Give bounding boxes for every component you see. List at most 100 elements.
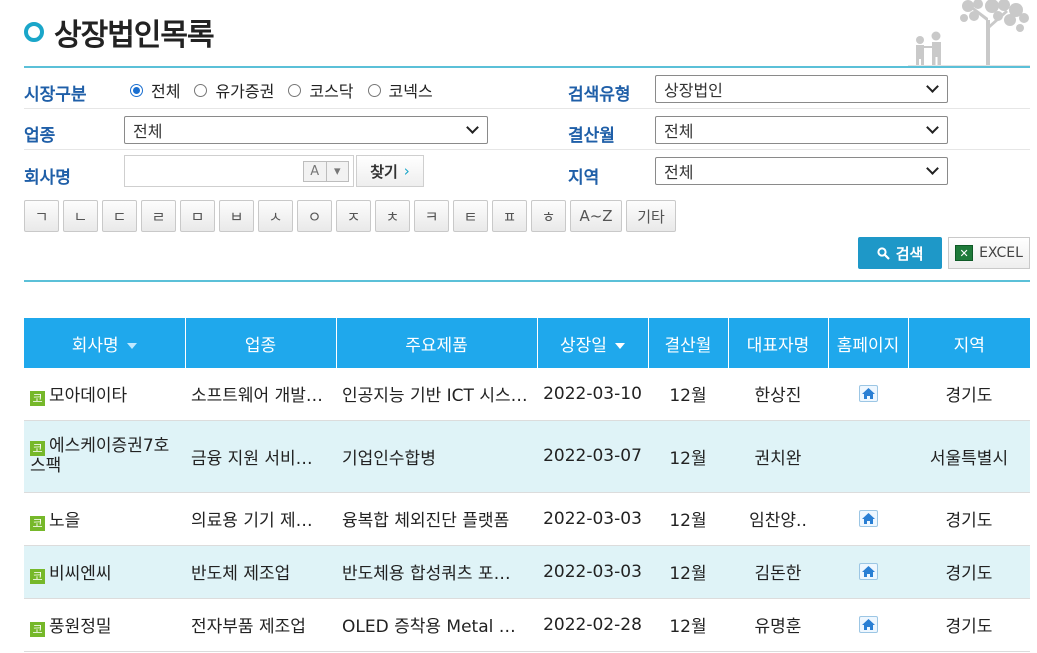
column-header-company[interactable]: 회사명	[24, 318, 186, 368]
table-row: 코 모아데이타 소프트웨어 개발… 인공지능 기반 ICT 시스… 2022-03…	[24, 368, 1030, 421]
column-header-label: 대표자명	[746, 335, 810, 356]
column-header-label: 주요제품	[405, 335, 468, 356]
kosdaq-mark-icon: 코	[30, 569, 45, 584]
jamo-button[interactable]: ㅈ	[336, 200, 371, 232]
find-label: 찾기	[370, 162, 398, 181]
jamo-button[interactable]: ㄷ	[102, 200, 137, 232]
ime-toggle[interactable]: A ▾	[303, 161, 349, 182]
region-cell: 경기도	[908, 368, 1030, 421]
column-header-industry: 업종	[185, 318, 337, 368]
home-icon[interactable]	[858, 510, 878, 527]
find-button[interactable]: 찾기 ›	[356, 155, 424, 187]
column-header-region: 지역	[908, 318, 1030, 368]
home-icon[interactable]	[858, 616, 878, 633]
product-cell: 기업인수합병	[336, 420, 537, 493]
company-name: 비씨엔씨	[49, 564, 112, 584]
page-title: 상장법인목록	[54, 18, 215, 53]
company-name: 풍원정밀	[49, 617, 112, 637]
column-header-label: 회사명	[71, 335, 119, 356]
settlement-value: 전체	[664, 122, 694, 141]
product-cell: 반도체용 합성쿼츠 포…	[336, 545, 537, 599]
filter-divider	[24, 280, 1030, 282]
column-header-label: 결산월	[664, 335, 712, 356]
radio-label: 코넥스	[388, 82, 433, 101]
table-row: 코 비씨엔씨 반도체 제조업 반도체용 합성쿼츠 포… 2022-03-03 12…	[24, 545, 1030, 599]
row-divider	[24, 108, 1030, 109]
search-type-value: 상장법인	[664, 81, 723, 100]
jamo-button-other[interactable]: 기타	[626, 200, 676, 232]
ceo-cell: 한상진	[728, 368, 828, 421]
region-cell: 서울특별시	[908, 420, 1030, 493]
settlement-select[interactable]: 전체	[655, 116, 948, 144]
chevron-down-icon	[466, 121, 479, 134]
jamo-button[interactable]: ㅅ	[258, 200, 293, 232]
jamo-button[interactable]: ㅊ	[375, 200, 410, 232]
company-cell[interactable]: 코 비씨엔씨	[24, 545, 185, 599]
industry-cell: 의료용 기기 제…	[185, 492, 336, 546]
search-label: 검색	[895, 244, 924, 263]
industry-label: 업종	[24, 126, 56, 146]
table-row: 코 에스케이증권7호스팩 금융 지원 서비… 기업인수합병 2022-03-07 …	[24, 420, 1030, 493]
settlement-label: 결산월	[568, 126, 615, 146]
jamo-button[interactable]: ㅍ	[492, 200, 527, 232]
jamo-button[interactable]: ㅋ	[414, 200, 449, 232]
region-value: 전체	[664, 163, 694, 182]
region-select[interactable]: 전체	[655, 157, 948, 185]
column-header-listed-date[interactable]: 상장일	[537, 318, 649, 368]
column-header-homepage: 홈페이지	[828, 318, 909, 368]
homepage-cell	[828, 368, 908, 421]
company-cell[interactable]: 코 에스케이증권7호스팩	[24, 420, 185, 493]
excel-download-button[interactable]: ✕ EXCEL	[948, 237, 1030, 269]
search-type-select[interactable]: 상장법인	[655, 75, 948, 103]
company-cell[interactable]: 코 풍원정밀	[24, 598, 185, 652]
jamo-button[interactable]: ㄹ	[141, 200, 176, 232]
column-header-label: 지역	[953, 335, 985, 356]
jamo-button[interactable]: ㄴ	[63, 200, 98, 232]
search-button[interactable]: 검색	[858, 237, 942, 269]
listed-date-cell: 2022-03-07	[537, 420, 648, 493]
listed-date-cell: 2022-02-28	[537, 598, 648, 652]
column-header-label: 업종	[244, 335, 277, 356]
jamo-button[interactable]: ㅁ	[180, 200, 215, 232]
company-name: 에스케이증권7호스팩	[30, 436, 170, 476]
kosdaq-mark-icon: 코	[30, 622, 45, 637]
company-name-input[interactable]: A ▾	[124, 155, 354, 187]
jamo-button[interactable]: ㅎ	[531, 200, 566, 232]
radio-unchecked-icon	[288, 83, 302, 97]
market-radio-kosdaq[interactable]: 코스닥	[288, 78, 354, 102]
market-radio-all[interactable]: 전체	[130, 78, 180, 102]
jamo-button[interactable]: ㅌ	[453, 200, 488, 232]
title-divider	[24, 66, 1030, 68]
company-name: 모아데이타	[49, 386, 128, 407]
caret-down-icon: ▾	[333, 164, 341, 179]
industry-select[interactable]: 전체	[124, 116, 488, 144]
company-table: 회사명 업종 주요제품 상장일 결산월 대표자명 홈페이지 지역 코 모아데이타 …	[24, 318, 1030, 652]
industry-cell: 소프트웨어 개발…	[185, 368, 336, 421]
column-header-product: 주요제품	[336, 318, 538, 368]
table-row: 코 노을 의료용 기기 제… 융복합 체외진단 플랫폼 2022-03-03 12…	[24, 492, 1030, 546]
jamo-button[interactable]: ㅂ	[219, 200, 254, 232]
company-cell[interactable]: 코 노을	[24, 492, 185, 546]
jamo-button[interactable]: ㅇ	[297, 200, 332, 232]
home-icon[interactable]	[858, 563, 878, 580]
settlement-cell: 12월	[648, 545, 728, 599]
jamo-button[interactable]: ㄱ	[24, 200, 59, 232]
market-radio-konex[interactable]: 코넥스	[367, 78, 433, 102]
ime-mode: A	[304, 162, 327, 181]
chevron-down-icon	[926, 162, 939, 175]
jamo-button-a-z[interactable]: A~Z	[570, 200, 622, 232]
home-icon[interactable]	[858, 385, 878, 403]
company-cell[interactable]: 코 모아데이타	[24, 368, 185, 421]
region-cell: 경기도	[908, 492, 1030, 546]
sort-caret-icon	[614, 342, 625, 349]
ceo-cell: 유명훈	[728, 598, 828, 652]
homepage-cell	[828, 545, 908, 599]
settlement-cell: 12월	[648, 492, 728, 546]
radio-unchecked-icon	[367, 83, 381, 97]
product-cell: 인공지능 기반 ICT 시스…	[336, 368, 537, 421]
table-row: 코 풍원정밀 전자부품 제조업 OLED 증착용 Metal … 2022-02-…	[24, 598, 1030, 652]
market-radio-kospi[interactable]: 유가증권	[194, 78, 274, 102]
market-label: 시장구분	[24, 85, 87, 105]
column-header-ceo: 대표자명	[728, 318, 829, 368]
industry-cell: 금융 지원 서비…	[185, 420, 336, 493]
